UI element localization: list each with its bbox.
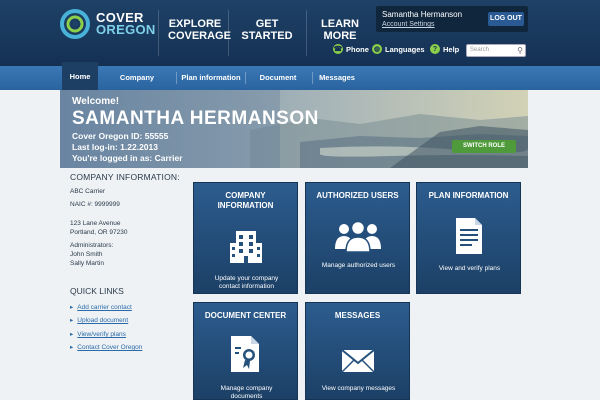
phone-icon: ☎ — [333, 44, 343, 54]
quick-link-view-verify-plans[interactable]: ▸ View/verify plans — [70, 330, 126, 338]
user-name: Samantha Hermanson — [382, 10, 463, 19]
administrators-label: Administrators: — [70, 242, 114, 249]
logo-line-2: OREGON — [96, 22, 156, 37]
phone-label: Phone — [346, 44, 369, 54]
nav-explore-line-1: EXPLORE — [168, 18, 222, 30]
cover-oregon-logo[interactable]: COVER OREGON — [60, 9, 156, 39]
nav-explore-coverage[interactable]: EXPLORE COVERAGE — [168, 18, 231, 42]
tile-messages[interactable]: MESSAGES View company messages — [305, 302, 410, 400]
tab-bar: Home Company information Plan informatio… — [0, 62, 600, 106]
header-divider — [228, 10, 229, 56]
tile-title: DOCUMENT CENTER — [204, 311, 287, 320]
envelope-icon — [306, 349, 409, 373]
bullet-icon: ▸ — [70, 344, 74, 351]
document-icon — [417, 217, 520, 255]
tile-title-line: INFORMATION — [217, 201, 274, 210]
tab-home[interactable]: Home — [62, 62, 98, 90]
nav-learn-more[interactable]: LEARN MORE — [318, 18, 362, 42]
tile-description: Update your company contact information — [200, 275, 293, 291]
tile-desc-line: contact information — [219, 283, 274, 290]
languages-label: Languages — [385, 44, 425, 54]
bullet-icon: ▸ — [70, 317, 74, 324]
help-icon: ? — [430, 44, 440, 54]
tile-title: AUTHORIZED USERS — [316, 191, 399, 200]
tile-document-center[interactable]: DOCUMENT CENTER Manage company documents — [193, 302, 298, 400]
logo-mark-icon — [60, 9, 90, 39]
last-login: Last log-in: 1.22.2013 — [72, 142, 158, 152]
welcome-text: Welcome! — [72, 96, 120, 107]
tile-authorized-users[interactable]: AUTHORIZED USERS Manage authorized users — [305, 182, 410, 294]
quick-link-contact-cover-oregon[interactable]: ▸ Contact Cover Oregon — [70, 343, 142, 351]
header: COVER OREGON EXPLORE COVERAGE GET STARTE… — [0, 0, 600, 66]
quick-link-label: Contact Cover Oregon — [77, 344, 143, 351]
quick-link-add-carrier-contact[interactable]: ▸ Add carrier contact — [70, 303, 132, 311]
tab-divider — [245, 72, 246, 84]
nav-get-started[interactable]: GET STARTED — [240, 18, 294, 42]
tile-company-information[interactable]: COMPANY INFORMATION Update your company … — [193, 182, 298, 294]
search-icon[interactable]: ⚲ — [517, 46, 523, 56]
cover-oregon-id: Cover Oregon ID: 55555 — [72, 131, 169, 141]
tile-description: View company messages — [321, 385, 396, 392]
header-divider — [306, 10, 307, 56]
tile-title-line: COMPANY — [225, 191, 266, 200]
nav-started-line-2: STARTED — [241, 30, 293, 42]
tile-description: Manage authorized users — [321, 262, 396, 269]
quick-link-label: Add carrier contact — [77, 304, 132, 311]
quick-link-upload-document[interactable]: ▸ Upload document — [70, 316, 128, 324]
globe-icon: ◍ — [372, 44, 382, 54]
quick-link-label: View/verify plans — [77, 331, 126, 338]
logo-text: COVER OREGON — [96, 11, 156, 37]
user-full-name: SAMANTHA HERMANSON — [72, 108, 319, 129]
nav-learn-line-1: LEARN — [321, 18, 359, 30]
search-placeholder: Search — [470, 47, 490, 53]
company-name: ABC Carrier — [70, 188, 106, 195]
user-box: Samantha Hermanson Account Settings LOG … — [376, 6, 528, 32]
logout-button[interactable]: LOG OUT — [488, 12, 524, 26]
tab-messages[interactable]: Messages — [316, 66, 358, 90]
tile-title: COMPANY INFORMATION — [194, 191, 297, 211]
account-settings-link[interactable]: Account Settings — [382, 21, 435, 28]
tile-desc-line: documents — [230, 393, 263, 400]
tile-description: View and verify plans — [438, 265, 501, 272]
tab-document-center[interactable]: Document center — [248, 66, 308, 106]
address-line-1: 123 Lane Avenue — [70, 220, 121, 227]
users-icon — [306, 219, 409, 253]
logged-in-role: You're logged in as: Carrier — [72, 153, 183, 163]
help-link[interactable]: ? Help — [430, 44, 459, 54]
tab-divider — [176, 72, 177, 84]
welcome-banner: Welcome! SAMANTHA HERMANSON Cover Oregon… — [60, 90, 528, 168]
administrator-name: John Smith — [70, 251, 103, 258]
company-info-heading: COMPANY INFORMATION: — [70, 172, 180, 182]
search-input[interactable]: Search ⚲ — [466, 44, 526, 57]
help-label: Help — [443, 44, 460, 54]
building-icon — [194, 229, 297, 265]
nav-learn-line-2: MORE — [323, 30, 357, 42]
company-naic: NAIC #: 9999999 — [70, 201, 120, 208]
bullet-icon: ▸ — [70, 331, 74, 338]
nav-started-line-1: GET — [255, 18, 279, 30]
header-divider — [158, 10, 159, 56]
administrator-name: Sally Martin — [70, 260, 104, 267]
quick-link-label: Upload document — [77, 317, 129, 324]
tile-title: MESSAGES — [334, 311, 381, 320]
switch-role-button[interactable]: SWITCH ROLE — [452, 140, 516, 153]
tile-desc-line: Manage company — [220, 385, 273, 392]
certificate-icon — [194, 335, 297, 373]
tile-plan-information[interactable]: PLAN INFORMATION View and verify plans — [416, 182, 521, 294]
nav-explore-line-2: COVERAGE — [168, 30, 231, 42]
tile-desc-line: Update your company — [214, 275, 279, 282]
tab-plan-information[interactable]: Plan information — [180, 66, 242, 90]
languages-link[interactable]: ◍ Languages — [372, 44, 425, 54]
bullet-icon: ▸ — [70, 304, 74, 311]
tile-description: Manage company documents — [200, 385, 293, 400]
tile-title: PLAN INFORMATION — [428, 191, 509, 200]
quick-links-heading: QUICK LINKS — [70, 286, 124, 296]
phone-link[interactable]: ☎ Phone — [333, 44, 369, 54]
tab-divider — [312, 72, 313, 84]
tab-company-information[interactable]: Company information — [100, 66, 174, 106]
address-line-2: Portland, OR 97230 — [70, 229, 128, 236]
